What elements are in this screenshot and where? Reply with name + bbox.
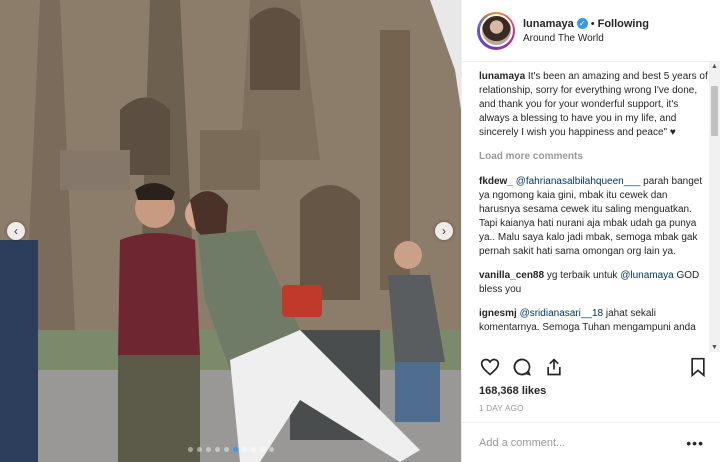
carousel-dot	[268, 447, 274, 452]
comment-item: ignesmj @sridianasari__18 jahat sekali k…	[479, 307, 709, 335]
load-more-comments-button[interactable]: Load more comments	[479, 150, 709, 164]
carousel-dot	[214, 447, 220, 452]
comment-item: vanilla_cen88 yg terbaik untuk @lunamaya…	[479, 269, 709, 297]
post-actions	[479, 352, 709, 382]
carousel-dot	[241, 447, 247, 452]
following-button[interactable]: Following	[598, 18, 649, 30]
comments-list: lunamaya It's been an amazing and best 5…	[462, 62, 709, 352]
comment-text: yg terbaik untuk	[544, 270, 621, 281]
comment-mention[interactable]: @sridianasari__18	[520, 308, 604, 319]
comment-icon[interactable]	[511, 356, 533, 378]
add-comment-bar: •••	[462, 422, 720, 462]
post-caption: lunamaya It's been an amazing and best 5…	[479, 70, 709, 140]
previous-photo-button[interactable]: ‹	[7, 222, 25, 240]
comment-username[interactable]: ignesmj	[479, 308, 517, 319]
more-options-icon[interactable]: •••	[686, 435, 704, 451]
comment-username[interactable]: fkdew_	[479, 176, 513, 187]
scrollbar-thumb[interactable]	[711, 86, 718, 136]
comments-scrollbar[interactable]: ▲ ▼	[709, 62, 720, 352]
carousel-dot	[232, 447, 238, 452]
caption-username[interactable]: lunamaya	[479, 71, 525, 82]
next-photo-button[interactable]: ›	[435, 222, 453, 240]
verified-badge-icon: ✓	[576, 18, 588, 29]
likes-count[interactable]: 168,368 likes	[479, 385, 546, 397]
post-date[interactable]: 1 DAY AGO	[479, 404, 524, 413]
carousel-dot	[250, 447, 256, 452]
bookmark-icon[interactable]	[687, 356, 709, 378]
carousel-dot	[205, 447, 211, 452]
comment-item: fkdew_ @fahrianasalbilahqueen___ parah b…	[479, 175, 709, 259]
comment-mention[interactable]: @fahrianasalbilahqueen___	[516, 176, 641, 187]
comment-text: parah banget ya ngomong kaia gini, mbak …	[479, 176, 703, 257]
comment-username[interactable]: vanilla_cen88	[479, 270, 544, 281]
scroll-up-arrow-icon[interactable]: ▲	[711, 63, 718, 70]
heart-icon[interactable]	[479, 356, 501, 378]
carousel-indicator	[0, 447, 461, 452]
photo-illustration	[0, 0, 461, 462]
carousel-dot	[223, 447, 229, 452]
story-ring[interactable]	[477, 11, 515, 50]
location-link[interactable]: Around The World	[523, 33, 649, 44]
carousel-dot	[259, 447, 265, 452]
carousel-dot	[196, 447, 202, 452]
post-side-panel: lunamaya ✓ • Following Around The World …	[461, 0, 720, 462]
add-comment-input[interactable]	[479, 436, 687, 449]
scroll-down-arrow-icon[interactable]: ▼	[711, 344, 718, 351]
avatar[interactable]	[479, 14, 513, 47]
comment-mention[interactable]: @lunamaya	[620, 270, 674, 281]
carousel-dot	[187, 447, 193, 452]
header-separator: •	[590, 17, 595, 30]
post-header: lunamaya ✓ • Following Around The World	[462, 0, 720, 62]
share-icon[interactable]	[543, 356, 565, 378]
header-username[interactable]: lunamaya	[523, 18, 574, 30]
post-photo[interactable]: ‹ ›	[0, 0, 461, 462]
